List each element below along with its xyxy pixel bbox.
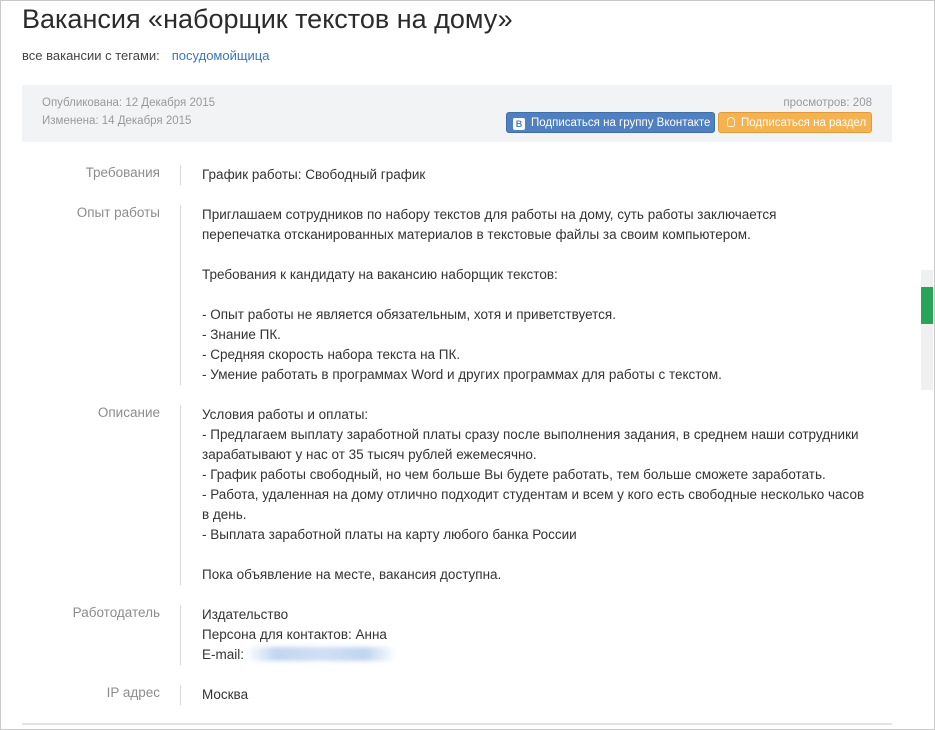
scrollbar-thumb[interactable] [921,287,933,324]
ip-value: Москва [202,687,249,702]
text-line: - Умение работать в программах Word и др… [202,367,722,382]
field-label: Опыт работы [76,205,160,220]
field-label: IP адрес [106,685,160,700]
text-line: - Опыт работы не является обязательным, … [202,307,616,322]
tags-line: все вакансии с тегами: посудомойщица [22,48,269,63]
field-label: Описание [97,405,160,420]
views-count: просмотров: 208 [783,97,872,109]
field-label: Работодатель [72,605,160,620]
divider [180,165,181,185]
divider [180,405,181,585]
text-gap [202,285,862,305]
employer-company: Издательство [202,607,289,622]
text-line: в день. [202,507,247,522]
text-gap [202,545,862,565]
text-line: - Выплата заработной платы на карту любо… [202,527,577,542]
tags-prefix: все вакансии с тегами: [22,48,160,63]
email-redacted [246,647,397,661]
text-line: перепечатка отсканированных материалов в… [202,227,751,242]
page-title: Вакансия «наборщик текстов на дому» [22,4,513,34]
published-date: Опубликована: 12 Декабря 2015 [42,97,216,109]
subscribe-section-button[interactable]: Подписаться на раздел [718,112,872,133]
field-value: Москва [202,685,862,705]
employer-email-line: E-mail: [202,645,862,665]
text-line: Требования к кандидату на вакансию набор… [202,267,558,282]
field-value: График работы: Свободный график [202,165,862,185]
subscribe-vk-label: Подписаться на группу Вконтакте [531,117,711,129]
divider [180,685,181,705]
text-line: - Знание ПК. [202,327,281,342]
text-line: Приглашаем сотрудников по набору текстов… [202,207,777,222]
modified-date: Изменена: 14 Декабря 2015 [42,115,192,127]
lightbulb-icon [727,117,735,127]
text-line: График работы: Свободный график [202,167,426,182]
divider [180,605,181,665]
info-bar: Опубликована: 12 Декабря 2015 Изменена: … [22,85,892,142]
text-line: - Предлагаем выплату заработной платы ср… [202,427,859,442]
text-line: Условия работы и оплаты: [202,407,369,422]
employer-contact: Персона для контактов: Анна [202,627,387,642]
field-label: Требования [85,165,160,180]
text-line: зарабатывают у нас от 35 тысяч рублей еж… [202,447,537,462]
text-line: - График работы свободный, но чем больше… [202,467,826,482]
tag-link[interactable]: посудомойщица [172,48,270,63]
text-line: Пока объявление на месте, вакансия досту… [202,567,502,582]
field-value: Условия работы и оплаты: - Предлагаем вы… [202,405,865,585]
field-value: Издательство Персона для контактов: Анна… [202,605,862,665]
field-value: Приглашаем сотрудников по набору текстов… [202,205,862,385]
subscribe-vk-button[interactable]: В Подписаться на группу Вконтакте [506,112,715,133]
text-line: - Работа, удаленная на дому отлично подх… [202,487,865,502]
divider [180,205,181,385]
subscribe-section-label: Подписаться на раздел [741,117,867,129]
text-gap [202,245,862,265]
bottom-divider [22,723,892,725]
vk-icon: В [513,118,525,130]
text-line: - Средняя скорость набора текста на ПК. [202,347,461,362]
email-label: E-mail: [202,647,245,662]
